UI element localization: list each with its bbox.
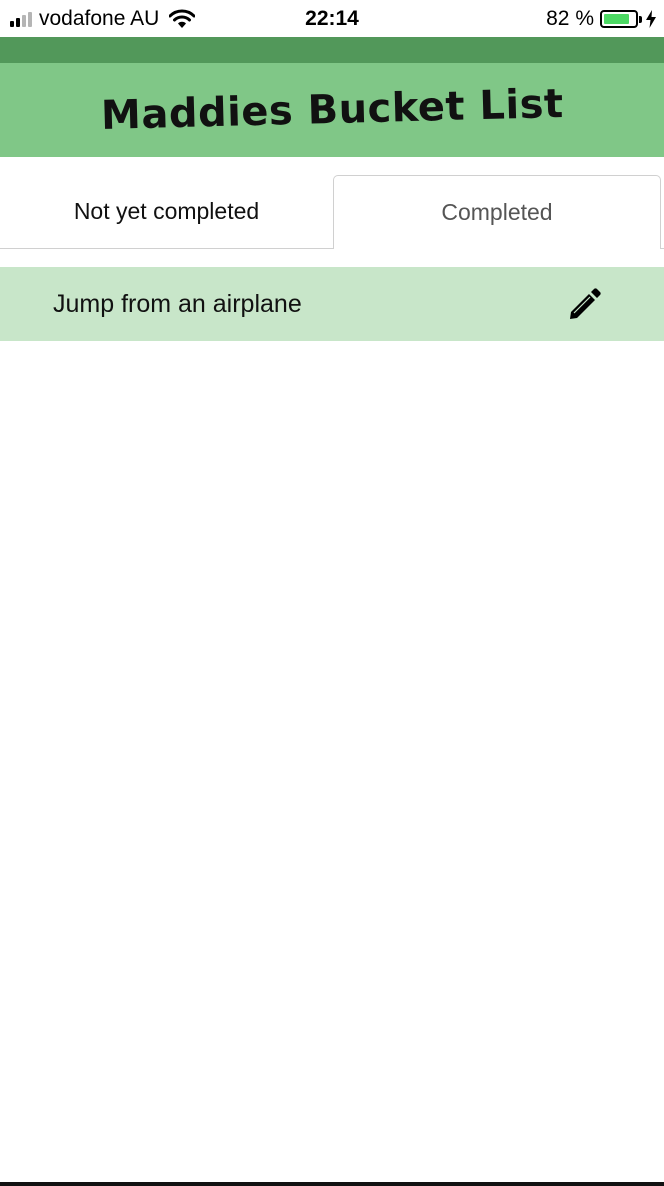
- tab-bar: Not yet completed Completed: [0, 175, 664, 249]
- battery-icon: [600, 10, 638, 28]
- header-top-band: [0, 37, 664, 63]
- app-screen: vodafone AU 22:14 82 % Maddies Bucket Li…: [0, 0, 664, 1186]
- app-header: Maddies Bucket List: [0, 63, 664, 157]
- tab-completed[interactable]: Completed: [333, 175, 661, 249]
- status-right: 82 %: [546, 6, 656, 32]
- status-bar: vodafone AU 22:14 82 %: [0, 0, 664, 37]
- battery-cap: [639, 15, 642, 23]
- bottom-edge: [0, 1182, 664, 1186]
- list-item[interactable]: Jump from an airplane: [0, 267, 664, 341]
- bucket-list: Jump from an airplane: [0, 267, 664, 341]
- edit-button[interactable]: [566, 287, 602, 323]
- battery-level-fill: [604, 14, 629, 24]
- charging-bolt-icon: [646, 10, 656, 28]
- tab-not-yet-completed[interactable]: Not yet completed: [0, 175, 333, 249]
- list-item-label: Jump from an airplane: [53, 289, 302, 318]
- battery-percent: 82 %: [546, 7, 594, 30]
- page-title: Maddies Bucket List: [100, 80, 564, 140]
- pencil-edit-icon: [570, 288, 601, 319]
